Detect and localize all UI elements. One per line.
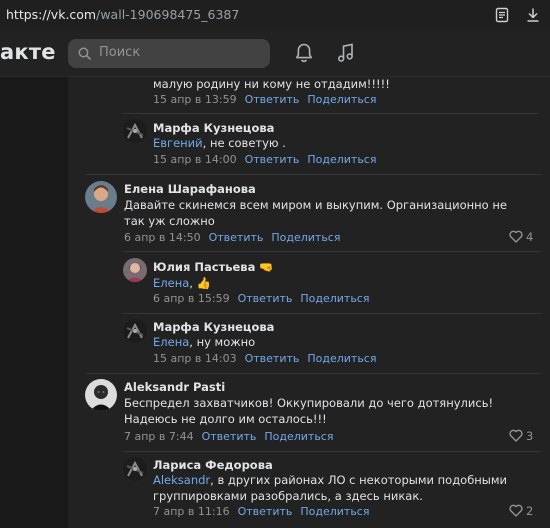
reply-button[interactable]: Ответить xyxy=(238,505,293,518)
download-icon[interactable] xyxy=(524,6,542,24)
comment-meta: 7 апр в 11:16 Ответить Поделиться xyxy=(153,505,369,518)
heart-icon xyxy=(509,429,523,442)
bell-icon[interactable] xyxy=(294,42,314,68)
like-button[interactable]: 2 xyxy=(509,504,533,518)
site-header: акте Поиск xyxy=(0,30,550,77)
mention-link[interactable]: Aleksandr xyxy=(153,473,210,487)
divider xyxy=(123,451,541,452)
comment-text: Давайте скинемся всем миром и выкупим. О… xyxy=(124,198,507,228)
share-button[interactable]: Поделиться xyxy=(300,505,369,518)
comment-author[interactable]: Aleksandr Pasti xyxy=(124,380,225,394)
author-badge-icon: 🤜 xyxy=(259,260,274,274)
comment-author[interactable]: Юлия Пастьева 🤜 xyxy=(153,260,274,274)
reader-mode-icon[interactable] xyxy=(493,6,511,24)
comment-meta: 15 апр в 14:00 Ответить Поделиться xyxy=(153,153,376,166)
reply-button[interactable]: Ответить xyxy=(202,430,257,443)
divider xyxy=(123,251,541,252)
heart-icon xyxy=(509,230,523,243)
comment-text: Беспредел захватчиков! Оккупировали до ч… xyxy=(124,396,494,426)
reply-button[interactable]: Ответить xyxy=(245,93,300,106)
comment-author[interactable]: Марфа Кузнецова xyxy=(153,320,274,334)
divider xyxy=(86,174,541,175)
music-icon[interactable] xyxy=(336,42,356,68)
like-button[interactable]: 3 xyxy=(509,429,533,443)
comment-meta: 15 апр в 14:03 Ответить Поделиться xyxy=(153,352,376,365)
divider xyxy=(123,113,538,114)
comment-date[interactable]: 15 апр в 14:00 xyxy=(153,153,237,166)
avatar[interactable] xyxy=(123,119,147,143)
comment-author[interactable]: Елена Шарафанова xyxy=(124,182,256,196)
avatar[interactable] xyxy=(123,319,147,343)
share-button[interactable]: Поделиться xyxy=(264,430,333,443)
mention-link[interactable]: Елена xyxy=(153,335,189,349)
site-logo[interactable]: акте xyxy=(0,40,56,64)
comment-date[interactable]: 7 апр в 7:44 xyxy=(124,430,194,443)
avatar[interactable] xyxy=(123,258,147,282)
reply-button[interactable]: Ответить xyxy=(238,292,293,305)
reply-button[interactable]: Ответить xyxy=(209,231,264,244)
share-button[interactable]: Поделиться xyxy=(307,153,376,166)
comment-meta: 15 апр в 13:59 Ответить Поделиться xyxy=(153,93,376,106)
comment-text: Елена, ну можно xyxy=(153,335,256,349)
mention-link[interactable]: Елена xyxy=(153,276,189,290)
comment-date[interactable]: 7 апр в 11:16 xyxy=(153,505,230,518)
comment-text: Евгений, не советую . xyxy=(153,136,286,150)
divider xyxy=(86,373,541,374)
avatar[interactable] xyxy=(85,379,117,411)
comment-text: Aleksandr, в других районах ЛО с некотор… xyxy=(153,473,508,503)
comment-date[interactable]: 15 апр в 13:59 xyxy=(153,93,237,106)
like-count: 3 xyxy=(526,429,534,443)
avatar[interactable] xyxy=(85,181,117,213)
comment-text: Елена, 👍 xyxy=(153,276,211,290)
left-sidebar xyxy=(0,77,68,528)
url-text[interactable]: https://vk.com/wall-190698475_6387 xyxy=(6,7,239,22)
comment-author[interactable]: Марфа Кузнецова xyxy=(153,121,274,135)
share-button[interactable]: Поделиться xyxy=(271,231,340,244)
comment-meta: 6 апр в 15:59 Ответить Поделиться xyxy=(153,292,369,305)
comment-author[interactable]: Лариса Федорова xyxy=(153,458,273,472)
comments-panel: малую родину ни кому не отдадим!!!!! 15 … xyxy=(68,77,550,528)
comment-meta: 6 апр в 14:50 Ответить Поделиться xyxy=(124,231,340,244)
divider xyxy=(123,313,541,314)
share-button[interactable]: Поделиться xyxy=(307,352,376,365)
reply-button[interactable]: Ответить xyxy=(245,153,300,166)
share-button[interactable]: Поделиться xyxy=(307,93,376,106)
search-icon xyxy=(78,47,91,60)
like-count: 4 xyxy=(526,230,534,244)
comment-date[interactable]: 6 апр в 15:59 xyxy=(153,292,230,305)
like-count: 2 xyxy=(526,504,534,518)
like-button[interactable]: 4 xyxy=(509,230,533,244)
search-input[interactable]: Поиск xyxy=(99,45,140,60)
share-button[interactable]: Поделиться xyxy=(300,292,369,305)
mention-link[interactable]: Евгений xyxy=(153,136,203,150)
reply-button[interactable]: Ответить xyxy=(245,352,300,365)
avatar[interactable] xyxy=(123,457,147,481)
comment-text: малую родину ни кому не отдадим!!!!! xyxy=(153,77,390,91)
comment-meta: 7 апр в 7:44 Ответить Поделиться xyxy=(124,430,333,443)
comment-date[interactable]: 15 апр в 14:03 xyxy=(153,352,237,365)
browser-address-bar[interactable]: https://vk.com/wall-190698475_6387 xyxy=(0,0,550,30)
heart-icon xyxy=(509,504,523,517)
search-box[interactable]: Поиск xyxy=(68,39,270,68)
comment-date[interactable]: 6 апр в 14:50 xyxy=(124,231,201,244)
